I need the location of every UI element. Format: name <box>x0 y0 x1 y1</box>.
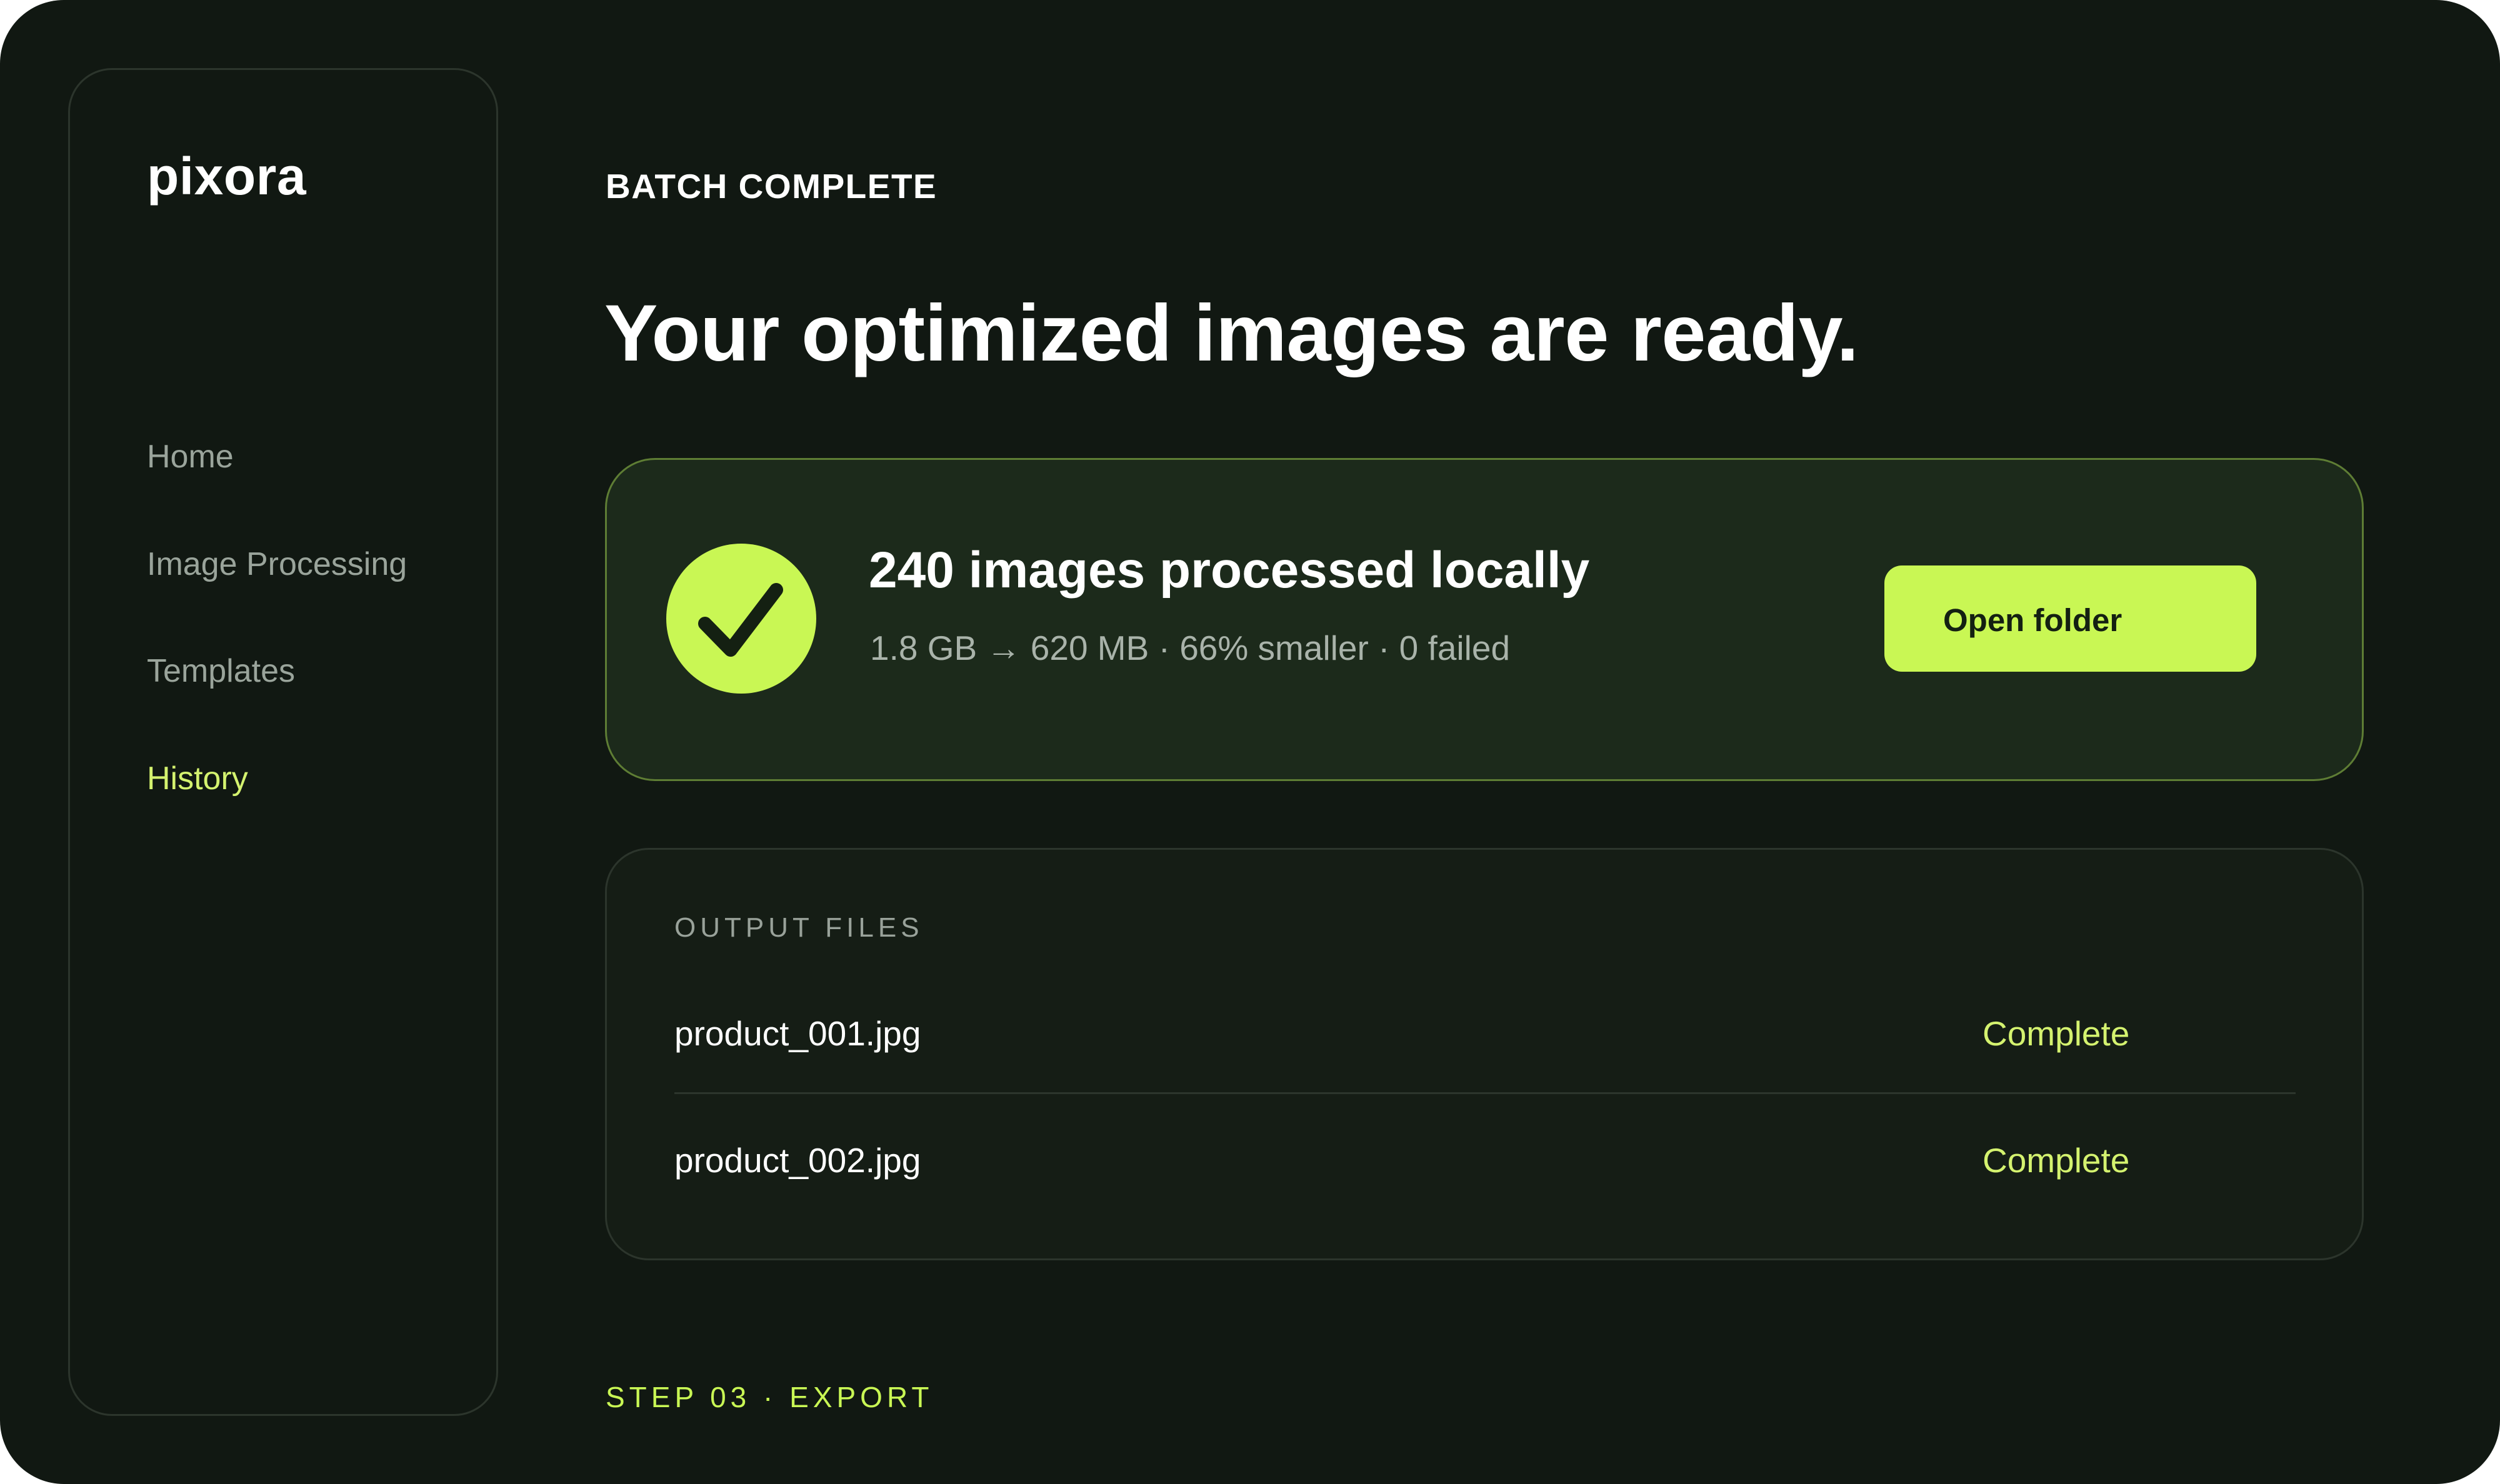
sidebar-item-history[interactable]: History <box>147 762 248 795</box>
summary-details: 1.8 GB → 620 MB · 66% smaller · 0 failed <box>870 629 1511 667</box>
brand-logo: pixora <box>147 147 307 206</box>
step-indicator: STEP 03 · EXPORT <box>606 1381 934 1413</box>
sidebar-item-home[interactable]: Home <box>147 441 234 473</box>
open-folder-button-label: Open folder <box>1943 602 2122 638</box>
page-eyebrow: BATCH COMPLETE <box>606 167 938 206</box>
check-circle-icon <box>666 544 816 694</box>
sidebar <box>68 68 498 1416</box>
output-files-card <box>605 848 2364 1260</box>
app-window: pixora Home Image Processing Templates H… <box>0 0 2500 1484</box>
open-folder-button[interactable]: Open folder <box>1884 565 2256 672</box>
output-files-heading: OUTPUT FILES <box>674 912 924 943</box>
file-status: Complete <box>1982 1014 2130 1053</box>
file-list-divider <box>674 1092 2296 1094</box>
page-title: Your optimized images are ready. <box>604 289 1859 378</box>
file-name[interactable]: product_002.jpg <box>674 1143 921 1178</box>
file-status: Complete <box>1982 1141 2130 1180</box>
sidebar-item-templates[interactable]: Templates <box>147 655 295 687</box>
file-name[interactable]: product_001.jpg <box>674 1017 921 1051</box>
sidebar-item-image-processing[interactable]: Image Processing <box>147 548 407 580</box>
summary-title: 240 images processed locally <box>869 542 1590 599</box>
